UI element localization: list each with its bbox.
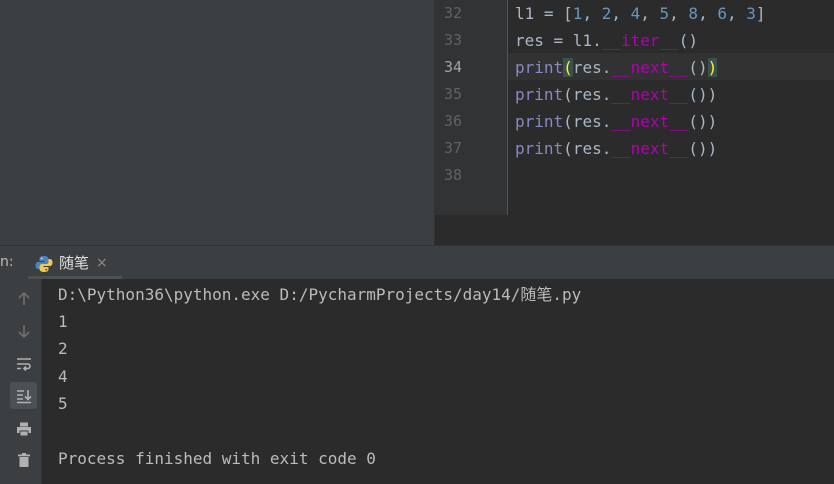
code-token-dunder: __next__ [611,85,689,104]
matched-paren-close: ) [707,58,718,77]
code-token-paren: ( [563,139,573,158]
code-token-sep: , [726,4,747,23]
code-token-paren: ) [707,112,718,131]
code-token-builtin: print [515,58,564,77]
code-token-number: 6 [717,4,727,23]
code-token-builtin: print [515,85,564,104]
code-token-number: 1 [572,4,583,23]
code-token-number: 2 [601,4,612,23]
arrow-down-icon[interactable] [10,317,37,344]
code-token-dunder: __next__ [611,139,689,158]
code-token-call: () [688,85,708,104]
trash-icon[interactable] [10,446,37,473]
code-token-number: 4 [630,4,641,23]
code-token-dunder: __next__ [611,112,689,131]
code-token-paren: ( [563,112,573,131]
code-token-dunder: __next__ [611,58,689,77]
code-token-call: () [678,31,699,50]
code-token-call: () [688,112,708,131]
code-line-34[interactable]: print(res.__next__()) [515,54,718,81]
line-number: 37 [443,139,462,157]
project-pane [0,0,434,245]
code-token-var: l1 [515,4,535,23]
print-icon[interactable] [10,415,37,442]
tab-close-icon[interactable]: × [96,253,108,273]
console-output-line: 1 [58,312,68,331]
code-token-sep: , [582,4,602,23]
code-token-builtin: print [515,112,564,131]
line-number: 35 [443,85,462,103]
code-token-call: () [688,58,708,77]
code-token-sep: , [698,4,718,23]
code-line-33[interactable]: res = l1.__iter__() [515,27,698,54]
code-line-36[interactable]: print(res.__next__()) [515,108,717,135]
line-number: 36 [443,112,462,130]
run-tool-header: n: [0,245,834,279]
code-token-prefix: res = l1. [515,31,602,50]
code-token-builtin: print [515,139,564,158]
run-panel-label: n: [0,254,14,270]
arrow-up-icon[interactable] [10,285,37,312]
code-token-sep: , [640,4,660,23]
code-token-paren: ) [707,85,718,104]
code-token-number: 8 [688,4,699,23]
code-token-prefix: res. [572,112,612,131]
editor-empty-area[interactable] [435,215,834,245]
console-output-line: 5 [58,394,68,413]
console-output-line: 2 [58,339,68,358]
code-line-35[interactable]: print(res.__next__()) [515,81,717,108]
line-number: 33 [443,31,462,49]
soft-wrap-icon[interactable] [10,350,37,377]
code-token-close: ] [755,4,766,23]
code-token-number: 5 [659,4,670,23]
code-token-call: () [688,139,708,158]
code-token-paren: ) [707,139,718,158]
code-token-paren: ( [563,85,573,104]
code-line-32[interactable]: l1 = [1, 2, 4, 5, 8, 6, 3] [515,0,766,27]
code-line-37[interactable]: print(res.__next__()) [515,135,717,162]
console-command-line: D:\Python36\python.exe D:/PycharmProject… [58,285,582,304]
code-token-prefix: res. [572,139,612,158]
code-token-sep: , [669,4,689,23]
code-token-sep: , [611,4,631,23]
python-file-icon [34,254,54,274]
run-side-toolbar [0,279,42,484]
scroll-to-end-icon[interactable] [10,382,37,409]
code-token-prefix: res. [572,85,612,104]
console-output-line: 4 [58,367,68,386]
code-token-prefix: res. [572,58,612,77]
line-number-current: 34 [443,58,462,76]
line-number: 38 [443,166,462,184]
console-exit-message: Process finished with exit code 0 [58,449,376,468]
code-token-dunder: __iter__ [601,31,679,50]
line-number: 32 [443,4,462,22]
code-token-op: = [ [534,4,573,23]
matched-paren-open: ( [563,58,573,77]
run-tab-title[interactable]: 随笔 [59,253,89,273]
code-token-number: 3 [746,4,756,23]
